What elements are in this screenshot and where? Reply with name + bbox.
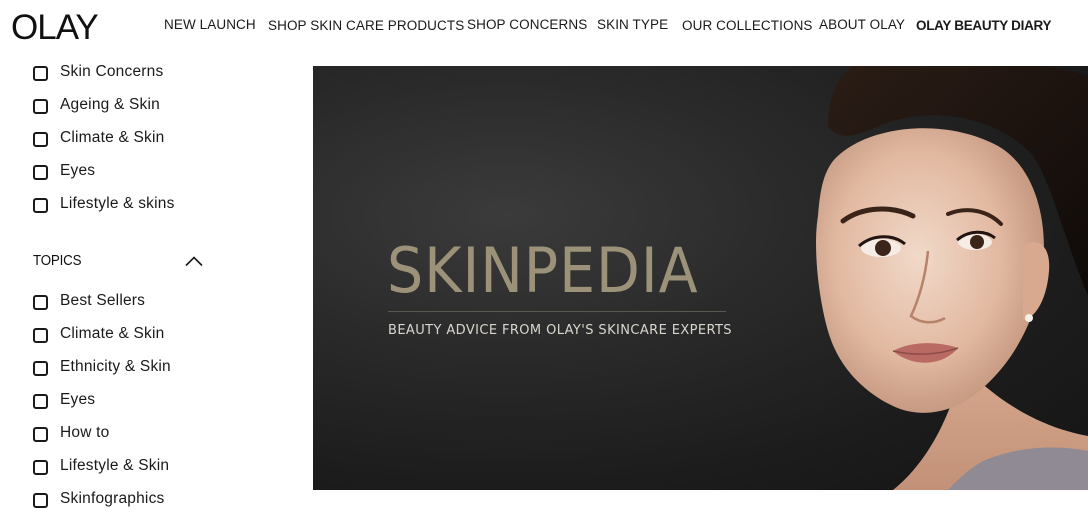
filter-checkbox[interactable] [33,198,48,213]
filter-checkbox[interactable] [33,132,48,147]
topic-checkbox[interactable] [33,295,48,310]
filter-checkbox[interactable] [33,165,48,180]
hero-subtitle: BEAUTY ADVICE FROM OLAY'S SKINCARE EXPER… [388,323,732,338]
topic-ethnicity-skin[interactable]: Ethnicity & Skin [33,356,171,378]
nav-new-launch[interactable]: NEW LAUNCH [164,17,256,32]
filter-climate-skin[interactable]: Climate & Skin [33,127,164,149]
topic-checkbox[interactable] [33,361,48,376]
filter-skin-concerns[interactable]: Skin Concerns [33,61,163,83]
topic-skinfographics[interactable]: Skinfographics [33,488,164,510]
topic-eyes[interactable]: Eyes [33,389,95,411]
skinpedia-hero-banner: SKINPEDIA BEAUTY ADVICE FROM OLAY'S SKIN… [313,66,1088,490]
model-portrait-image [816,66,1088,490]
topic-label: Lifestyle & Skin [60,457,170,474]
filter-label: Skin Concerns [60,63,164,80]
topic-checkbox[interactable] [33,460,48,475]
site-header: OLAY NEW LAUNCH SHOP SKIN CARE PRODUCTS … [0,0,1088,58]
topics-section-header[interactable]: TOPICS [33,250,203,272]
hero-divider [388,311,726,312]
topic-label: Skinfographics [60,490,165,507]
filter-label: Eyes [60,162,96,179]
nav-skin-type[interactable]: SKIN TYPE [597,17,668,32]
filter-eyes[interactable]: Eyes [33,160,95,182]
filter-label: Lifestyle & skins [60,195,175,212]
nav-about-olay[interactable]: ABOUT OLAY [819,17,905,32]
filter-sidebar: Skin Concerns Ageing & Skin Climate & Sk… [0,58,300,516]
topic-how-to[interactable]: How to [33,422,109,444]
topic-checkbox[interactable] [33,427,48,442]
topic-label: Ethnicity & Skin [60,358,171,375]
topic-label: How to [60,424,110,441]
olay-logo[interactable]: OLAY [11,9,99,47]
filter-checkbox[interactable] [33,99,48,114]
topic-label: Eyes [60,391,96,408]
hero-title: SKINPEDIA [387,234,699,307]
nav-olay-beauty-diary[interactable]: OLAY BEAUTY DIARY [916,18,1051,33]
topic-label: Best Sellers [60,292,146,309]
filter-lifestyle-skins[interactable]: Lifestyle & skins [33,193,175,215]
topics-title: TOPICS [33,253,82,269]
topic-best-sellers[interactable]: Best Sellers [33,290,145,312]
topic-checkbox[interactable] [33,394,48,409]
topic-lifestyle-skin[interactable]: Lifestyle & Skin [33,455,169,477]
filter-ageing-skin[interactable]: Ageing & Skin [33,94,160,116]
topic-checkbox[interactable] [33,328,48,343]
topic-checkbox[interactable] [33,493,48,508]
nav-our-collections[interactable]: OUR COLLECTIONS [682,18,813,33]
nav-shop-skin-care-products[interactable]: SHOP SKIN CARE PRODUCTS [268,18,464,33]
filter-label: Ageing & Skin [60,96,160,113]
filter-checkbox[interactable] [33,66,48,81]
filter-label: Climate & Skin [60,129,165,146]
topic-label: Climate & Skin [60,325,165,342]
chevron-up-icon[interactable] [185,255,203,267]
nav-shop-concerns[interactable]: SHOP CONCERNS [467,17,587,32]
topic-climate-skin[interactable]: Climate & Skin [33,323,164,345]
